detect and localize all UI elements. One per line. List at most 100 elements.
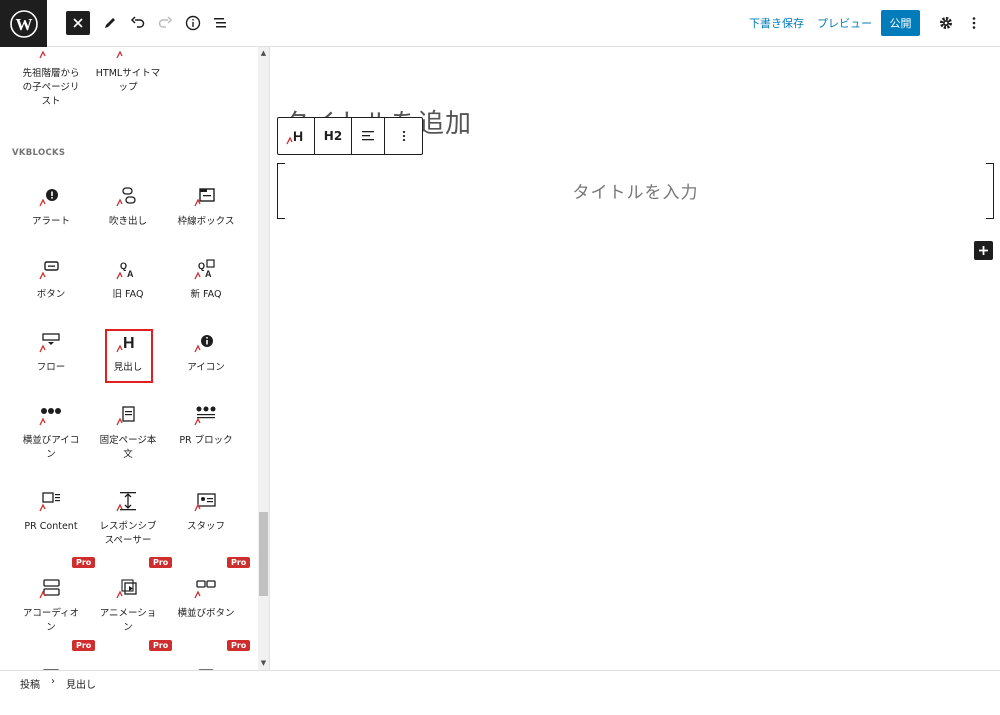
block-label: 横並びボタン	[167, 607, 245, 621]
block-label: アラート	[12, 215, 90, 229]
block-toolbar: H H2	[277, 117, 423, 155]
add-block-button[interactable]	[974, 241, 993, 260]
pro-badge: Pro	[72, 557, 96, 568]
block-label: アニメーション	[89, 607, 167, 635]
breadcrumb-separator: ›	[51, 676, 55, 687]
block-item-button-outer[interactable]: 横並びボタン	[167, 577, 245, 621]
block-item-child-page[interactable]	[89, 660, 167, 670]
block-breadcrumb: 投稿 › 見出し	[0, 670, 1000, 715]
button-outer-icon	[194, 580, 216, 599]
faq-new-icon: QA	[194, 259, 215, 280]
scroll-down-icon[interactable]: ▼	[259, 659, 268, 668]
block-type-button[interactable]: H	[278, 118, 315, 154]
block-label: PR Content	[12, 520, 90, 534]
pro-badge: Pro	[149, 640, 173, 651]
close-inserter-button[interactable]	[66, 11, 90, 35]
block-label: アコーディオン	[12, 607, 90, 635]
block-item-info[interactable]: アイコン	[167, 331, 245, 375]
block-label-line: の子ページリ	[22, 82, 80, 93]
block-icon-wrap	[12, 47, 90, 61]
block-item-staff[interactable]: スタッフ	[167, 490, 245, 534]
block-label-line: スト	[41, 96, 61, 107]
block-item-balloon[interactable]: 吹き出し	[89, 185, 167, 229]
block-label-line: 新 FAQ	[190, 289, 222, 300]
block-label-line: スペーサー	[104, 535, 152, 546]
align-button[interactable]	[352, 118, 385, 154]
block-item-button[interactable]: ボタン	[12, 258, 90, 302]
flow-icon	[39, 333, 60, 353]
faq-icon: QA	[116, 261, 134, 280]
scrollbar-thumb[interactable]	[259, 512, 268, 596]
block-label-line: 枠線ボックス	[177, 216, 235, 227]
scroll-up-icon[interactable]: ▲	[259, 49, 268, 58]
save-draft-button[interactable]: 下書き保存	[749, 15, 804, 31]
block-item-accordion[interactable]: アコーディオン	[12, 577, 90, 635]
block-icon-wrap	[89, 660, 167, 670]
redo-icon	[158, 16, 173, 28]
block-icon-wrap	[167, 577, 245, 601]
block-item-page-content[interactable]: 固定ページ本文	[89, 404, 167, 462]
block-label-line: ン	[46, 449, 56, 460]
block-item-list[interactable]: 先祖階層から の子ページリ スト	[12, 47, 90, 109]
heading-input[interactable]: タイトルを入力	[277, 178, 994, 203]
block-item-pr-blocks[interactable]: PR ブロック	[167, 404, 245, 448]
block-item-list[interactable]: HTMLサイトマ ップ	[89, 47, 167, 95]
redo-button[interactable]	[153, 11, 177, 35]
svg-text:A: A	[127, 269, 134, 279]
block-label: PR ブロック	[167, 434, 245, 448]
svg-text:Q: Q	[120, 261, 127, 271]
align-left-icon	[362, 131, 374, 141]
icons-row-icon	[39, 408, 61, 426]
block-icon-wrap	[12, 331, 90, 355]
block-label: HTMLサイトマ ップ	[89, 67, 167, 95]
block-item-spacer[interactable]: レスポンシブ スペーサー	[89, 490, 167, 548]
alert-icon	[39, 189, 58, 207]
block-icon-wrap	[167, 660, 245, 670]
block-item-flow[interactable]: フロー	[12, 331, 90, 375]
details-button[interactable]	[181, 11, 205, 35]
block-item-card[interactable]	[12, 660, 90, 670]
block-item-pr-content[interactable]: PR Content	[12, 490, 90, 534]
publish-button[interactable]: 公開	[881, 10, 920, 36]
block-item-faq-new[interactable]: QA 新 FAQ	[167, 258, 245, 302]
undo-button[interactable]	[126, 11, 150, 35]
block-options-button[interactable]	[385, 118, 422, 154]
block-label-line: 文	[123, 449, 133, 460]
breadcrumb-item-post[interactable]: 投稿	[20, 676, 40, 691]
list-icon	[116, 50, 123, 59]
block-label-line: 横並びアイコ	[22, 435, 80, 446]
breadcrumb-item-heading[interactable]: 見出し	[66, 676, 96, 691]
list-view-button[interactable]	[208, 11, 232, 35]
heading-block[interactable]: タイトルを入力	[277, 163, 994, 219]
animation-icon	[116, 579, 137, 599]
block-label: 枠線ボックス	[167, 215, 245, 229]
block-label-line: 固定ページ本	[99, 435, 157, 446]
block-label-line: ボタン	[36, 289, 66, 300]
preview-button[interactable]: プレビュー	[817, 15, 872, 31]
editor-canvas[interactable]: タイトルを追加 H H2 タイトルを入力	[271, 47, 1000, 670]
block-label: フロー	[12, 361, 90, 375]
block-item-animation[interactable]: アニメーション	[89, 577, 167, 635]
block-icon-wrap	[167, 185, 245, 209]
block-icon-wrap	[89, 577, 167, 601]
sidebar-scrollbar[interactable]: ▲ ▼	[258, 47, 269, 670]
block-item-border-box[interactable]: 枠線ボックス	[167, 185, 245, 229]
block-item-icons-row[interactable]: 横並びアイコン	[12, 404, 90, 462]
pr-content-icon	[39, 492, 60, 512]
options-button[interactable]	[962, 11, 986, 35]
wordpress-logo[interactable]: W	[0, 0, 47, 47]
block-item-faq[interactable]: QA 旧 FAQ	[89, 258, 167, 302]
block-icon-wrap	[89, 404, 167, 428]
page-content-icon	[116, 406, 135, 426]
tools-button[interactable]	[98, 11, 122, 35]
heading-level-button[interactable]: H2	[315, 118, 352, 154]
spacer-icon	[116, 492, 136, 512]
close-icon	[73, 18, 83, 28]
block-item-grid[interactable]	[167, 660, 245, 670]
block-label-line: PR Content	[24, 521, 78, 532]
block-label-line: 先祖階層から	[22, 68, 80, 79]
heading-block-icon: H	[286, 128, 303, 145]
block-label-line: アニメーショ	[99, 608, 157, 619]
settings-button[interactable]	[934, 11, 958, 35]
block-item-alert[interactable]: アラート	[12, 185, 90, 229]
